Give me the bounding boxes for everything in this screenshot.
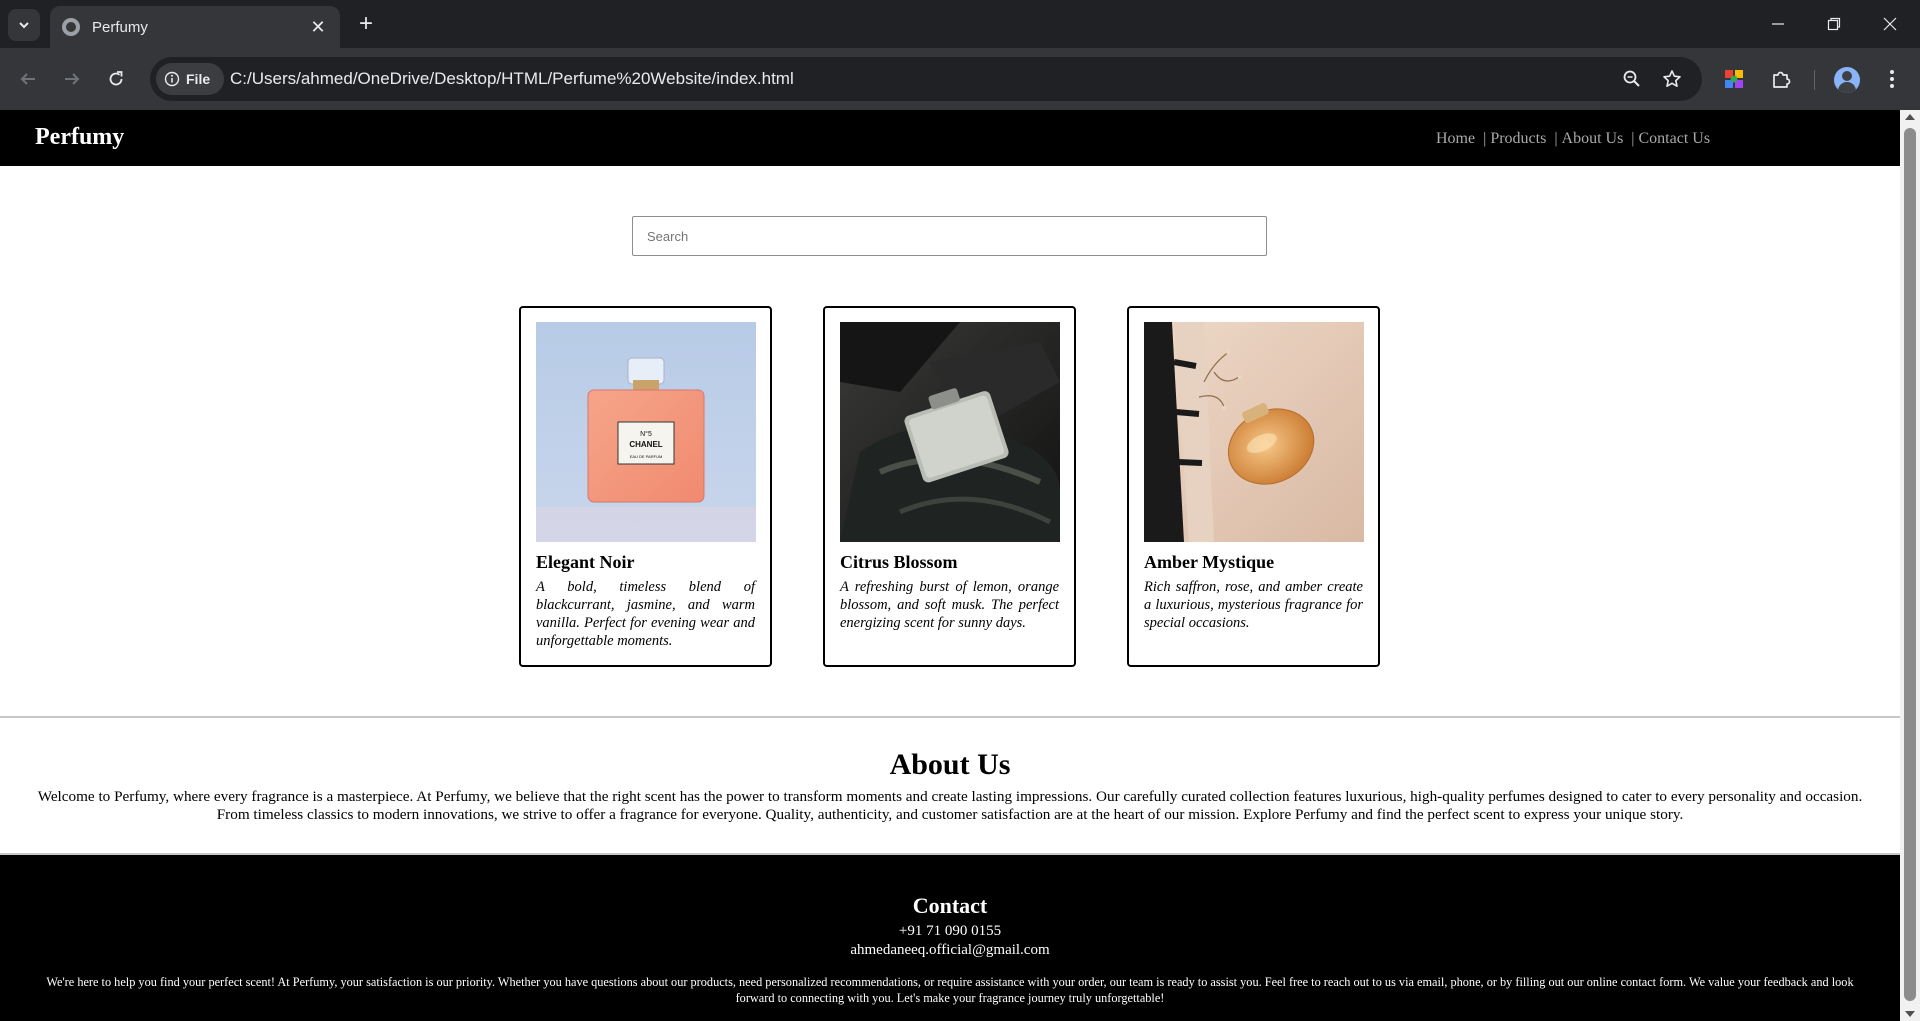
site-brand[interactable]: Perfumy: [35, 124, 124, 151]
zoom-button[interactable]: [1618, 65, 1646, 93]
nav-separator: |: [1554, 130, 1558, 147]
reload-button[interactable]: [98, 61, 134, 97]
toolbar-divider: [1814, 70, 1815, 90]
star-icon: [1663, 70, 1681, 87]
restore-icon: [1827, 17, 1841, 31]
nav-link-products[interactable]: Products: [1490, 130, 1546, 147]
search-input[interactable]: [632, 216, 1267, 256]
forward-icon: [65, 73, 80, 85]
about-title: About Us: [889, 748, 1011, 781]
site-info-chip[interactable]: File: [156, 63, 224, 95]
close-icon: [1883, 17, 1897, 31]
contact-phone[interactable]: +91 71 090 0155: [0, 923, 1900, 940]
contact-email[interactable]: ahmedaneeq.official@gmail.com: [0, 942, 1900, 959]
product-card-citrus-blossom[interactable]: Citrus Blossom A refreshing burst of lem…: [823, 306, 1076, 667]
browser-menu-button[interactable]: [1876, 63, 1908, 95]
contact-text: We're here to help you find your perfect…: [46, 975, 1854, 1005]
chevron-down-icon: [19, 22, 29, 29]
info-icon: [164, 71, 180, 87]
restore-button[interactable]: [1806, 0, 1862, 48]
scroll-up-arrow[interactable]: [1905, 114, 1915, 120]
browser-toolbar: File C:/Users/ahmed/OneDrive/Desktop/HTM…: [0, 48, 1920, 110]
site-header: Perfumy Home | Products | About Us | Contac…: [0, 110, 1900, 166]
product-card-elegant-noir[interactable]: N°5 CHANEL EAU DE PARFUM Elegant Noir A …: [519, 306, 772, 667]
bottle-label-subtitle: EAU DE PARFUM: [630, 454, 663, 459]
more-vert-icon: [1890, 70, 1894, 88]
contact-footer: Contact +91 71 090 0155 ahmedaneeq.offic…: [0, 853, 1900, 1021]
product-image-citrus-blossom: [840, 322, 1060, 542]
back-icon: [20, 73, 35, 85]
contact-title: Contact: [912, 893, 988, 918]
url-text[interactable]: C:/Users/ahmed/OneDrive/Desktop/HTML/Per…: [230, 69, 794, 89]
bottle-label-brand: CHANEL: [629, 440, 662, 449]
tab-title: Perfumy: [92, 18, 148, 36]
product-title: Amber Mystique: [1144, 552, 1275, 572]
extension-button[interactable]: [1718, 63, 1750, 95]
minimize-button[interactable]: [1750, 0, 1806, 48]
profile-avatar[interactable]: [1834, 67, 1860, 93]
page-scrollbar[interactable]: [1900, 110, 1920, 1021]
puzzle-icon: [1773, 71, 1791, 88]
new-tab-button[interactable]: +: [352, 10, 380, 38]
tab-strip: Perfumy ✕ +: [0, 0, 1920, 48]
browser-tab[interactable]: Perfumy ✕: [50, 6, 340, 48]
reload-icon: [109, 71, 123, 86]
nav-link-about[interactable]: About Us: [1562, 130, 1624, 147]
site-nav: Home | Products | About Us | Contact Us: [1436, 130, 1710, 148]
product-description: A refreshing burst of lemon, orange blos…: [840, 579, 1059, 631]
site-chip-label: File: [186, 71, 211, 87]
product-description: A bold, timeless blend of blackcurrant, …: [536, 579, 755, 649]
zoom-icon: [1623, 70, 1640, 87]
section-divider: [0, 716, 1900, 718]
nav-link-contact[interactable]: Contact Us: [1639, 130, 1711, 147]
product-card-amber-mystique[interactable]: Amber Mystique Rich saffron, rose, and a…: [1127, 306, 1380, 667]
nav-separator: |: [1631, 130, 1635, 147]
nav-link-home[interactable]: Home: [1436, 130, 1475, 147]
about-text: Welcome to Perfumy, where every fragranc…: [37, 788, 1863, 823]
page-viewport: Perfumy Home | Products | About Us | Contac…: [0, 110, 1900, 1021]
product-title: Citrus Blossom: [840, 552, 958, 572]
extensions-menu-button[interactable]: [1765, 63, 1797, 95]
product-image-amber-mystique: [1144, 322, 1364, 542]
back-button[interactable]: [10, 61, 46, 97]
tab-search-button[interactable]: [8, 9, 40, 41]
product-image-elegant-noir: N°5 CHANEL EAU DE PARFUM: [536, 322, 756, 542]
forward-button[interactable]: [54, 61, 90, 97]
nav-separator: |: [1483, 130, 1487, 147]
product-title: Elegant Noir: [536, 552, 635, 572]
bottle-label-text: N°5: [640, 430, 652, 438]
address-bar[interactable]: File C:/Users/ahmed/OneDrive/Desktop/HTM…: [150, 57, 1702, 101]
close-icon[interactable]: ✕: [308, 17, 328, 38]
scroll-down-arrow[interactable]: [1905, 1011, 1915, 1017]
window-close-button[interactable]: [1862, 0, 1918, 48]
bookmark-button[interactable]: [1658, 65, 1686, 93]
minimize-icon: [1772, 23, 1784, 25]
scrollbar-thumb[interactable]: [1904, 128, 1916, 1001]
product-description: Rich saffron, rose, and amber create a l…: [1144, 579, 1363, 631]
globe-icon: [62, 18, 80, 36]
extension-icon: [1725, 70, 1743, 88]
